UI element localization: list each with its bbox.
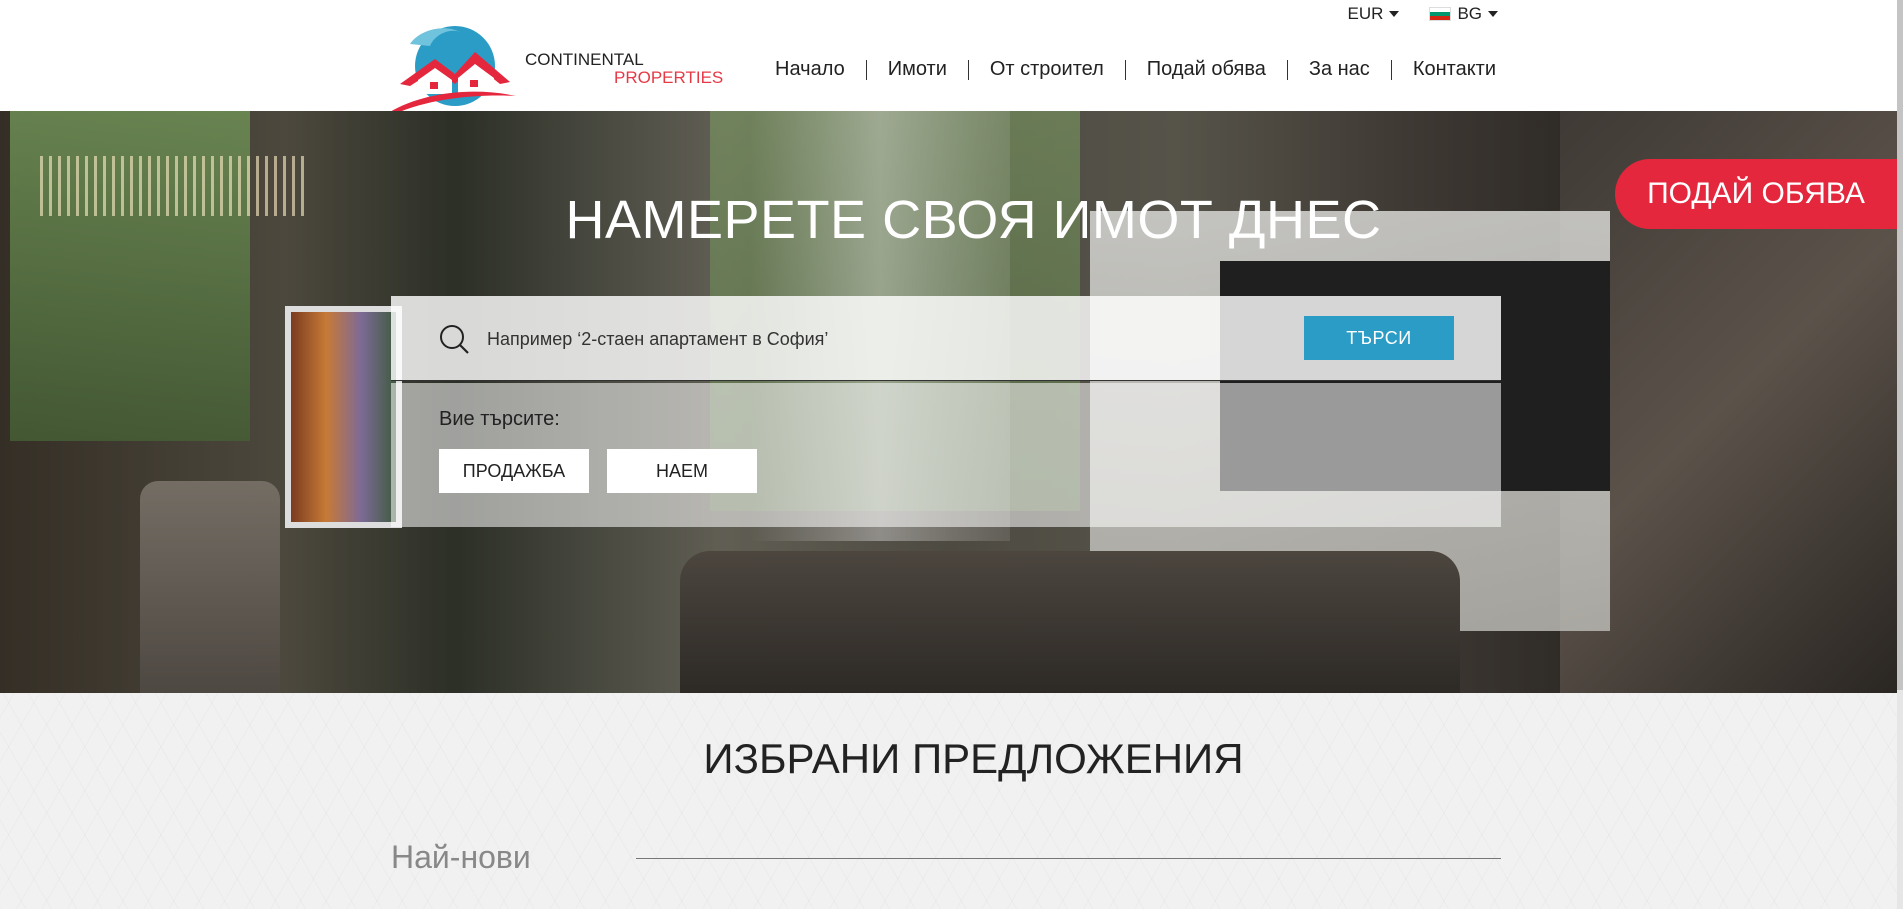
currency-selector[interactable]: EUR: [1348, 4, 1400, 24]
filter-label: Вие търсите:: [439, 408, 560, 430]
hero-title: НАМЕРЕТЕ СВОЯ ИМОТ ДНЕС: [565, 190, 1382, 250]
section-divider: [636, 858, 1501, 859]
currency-value: EUR: [1347, 4, 1384, 23]
logo-text: CONTINENTAL PROPERTIES: [525, 51, 723, 87]
nav-item-from-builder[interactable]: От строител: [969, 58, 1125, 81]
hero-section: НАМЕРЕТЕ СВОЯ ИМОТ ДНЕС ПОДАЙ ОБЯВА ТЪРС…: [0, 111, 1897, 693]
hero-background-decor: [140, 481, 280, 693]
scrollbar-thumb[interactable]: [1897, 0, 1903, 690]
search-icon: [440, 325, 469, 354]
search-input[interactable]: [485, 314, 1269, 364]
houses-logo-icon: [390, 26, 516, 114]
search-bar: ТЪРСИ: [391, 296, 1501, 381]
nav-item-home[interactable]: Начало: [754, 58, 866, 81]
filter-sale-button[interactable]: ПРОДАЖБА: [439, 449, 589, 493]
nav-item-about[interactable]: За нас: [1288, 58, 1391, 81]
featured-title: ИЗБРАНИ ПРЕДЛОЖЕНИЯ: [703, 735, 1244, 782]
hero-background-decor: [680, 551, 1460, 693]
language-value: BG: [1457, 4, 1482, 23]
caret-down-icon: [1488, 11, 1498, 17]
search-button[interactable]: ТЪРСИ: [1304, 316, 1454, 360]
post-listing-button[interactable]: ПОДАЙ ОБЯВА: [1615, 159, 1897, 229]
site-logo[interactable]: CONTINENTAL PROPERTIES: [390, 24, 723, 114]
main-nav: Начало Имоти От строител Подай обява За …: [754, 58, 1496, 81]
filter-rent-button[interactable]: НАЕМ: [607, 449, 757, 493]
nav-item-contacts[interactable]: Контакти: [1392, 58, 1496, 81]
nav-item-properties[interactable]: Имоти: [867, 58, 968, 81]
featured-section: ИЗБРАНИ ПРЕДЛОЖЕНИЯ Най-нови: [0, 693, 1897, 909]
logo-line-1: CONTINENTAL: [525, 50, 644, 69]
logo-line-2: PROPERTIES: [614, 68, 724, 87]
site-header: EUR BG CONTINENTAL PROPERTIES Начало Имо…: [0, 0, 1897, 114]
bulgaria-flag-icon: [1429, 7, 1452, 21]
caret-down-icon: [1389, 11, 1400, 17]
top-bar: EUR BG: [1348, 4, 1498, 24]
language-selector[interactable]: BG: [1429, 4, 1498, 24]
page-scrollbar[interactable]: [1897, 0, 1903, 909]
hero-background-decor: [285, 306, 402, 528]
nav-item-post-listing[interactable]: Подай обява: [1126, 58, 1287, 81]
search-filters: Вие търсите: ПРОДАЖБА НАЕМ: [391, 383, 1501, 527]
search-panel: ТЪРСИ Вие търсите: ПРОДАЖБА НАЕМ: [391, 296, 1501, 527]
newest-tab[interactable]: Най-нови: [391, 839, 531, 876]
